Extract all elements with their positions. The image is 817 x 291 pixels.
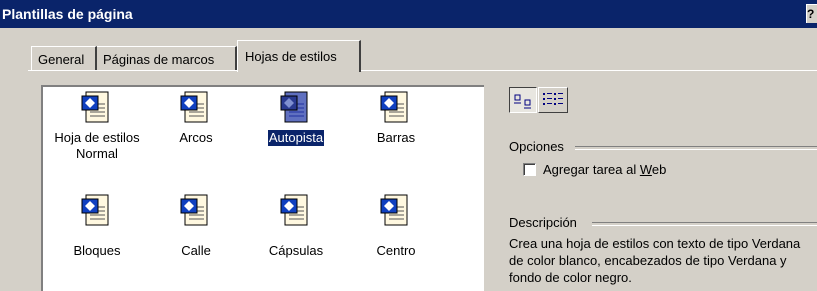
template-list[interactable]: Hoja de estilos Normal Arcos Autopista B…: [41, 85, 484, 291]
tab-panel-border: [28, 70, 817, 71]
template-label: Centro: [376, 243, 416, 258]
add-web-task-checkbox[interactable]: [523, 163, 536, 176]
help-button[interactable]: ?: [806, 4, 817, 23]
list-item-hoja-de-estilos-normal[interactable]: Hoja de estilos Normal: [47, 90, 147, 162]
title-bar: Plantillas de página ?: [0, 0, 817, 28]
list-item-arcos[interactable]: Arcos: [151, 90, 241, 146]
template-label: Barras: [376, 130, 416, 145]
list-item-barras[interactable]: Barras: [351, 90, 441, 146]
large-icons-view-icon: [514, 94, 531, 109]
description-text: Crea una hoja de estilos con texto de ti…: [509, 236, 801, 285]
checkbox-label-text: Agregar tarea al Web: [543, 162, 667, 177]
list-item-bloques[interactable]: Bloques: [52, 193, 142, 259]
list-item-autopista[interactable]: Autopista: [251, 90, 341, 147]
list-item-capsulas[interactable]: Cápsulas: [251, 193, 341, 259]
tab-general[interactable]: General: [31, 46, 97, 70]
stylesheet-icon: [380, 91, 408, 123]
list-item-centro[interactable]: Centro: [351, 193, 441, 259]
list-view-button[interactable]: [538, 87, 568, 113]
window-title: Plantillas de página: [2, 6, 133, 22]
stylesheet-icon: [380, 194, 408, 226]
template-label: Arcos: [179, 130, 213, 145]
description-group-title: Descripción: [509, 215, 583, 230]
large-icons-view-button[interactable]: [509, 87, 537, 113]
add-web-task-label[interactable]: Agregar tarea al Web: [543, 162, 666, 177]
options-group-title: Opciones: [509, 139, 570, 154]
stylesheet-icon: [180, 91, 208, 123]
stylesheet-icon: [280, 91, 308, 123]
list-item-calle[interactable]: Calle: [151, 193, 241, 259]
template-label: Bloques: [73, 243, 121, 258]
tab-paginas-de-marcos[interactable]: Páginas de marcos: [97, 46, 237, 70]
description-group-rule: [592, 222, 817, 226]
stylesheet-icon: [81, 194, 109, 226]
template-label: Hoja de estilos Normal: [54, 130, 140, 161]
stylesheet-icon: [180, 194, 208, 226]
options-group-rule: [575, 146, 817, 150]
stylesheet-icon: [81, 91, 109, 123]
stylesheet-icon: [280, 194, 308, 226]
list-view-icon: [543, 93, 563, 105]
template-label: Cápsulas: [268, 243, 324, 258]
tab-hojas-de-estilos[interactable]: Hojas de estilos: [237, 40, 361, 72]
template-label: Autopista: [266, 129, 326, 147]
template-label: Calle: [181, 243, 211, 258]
